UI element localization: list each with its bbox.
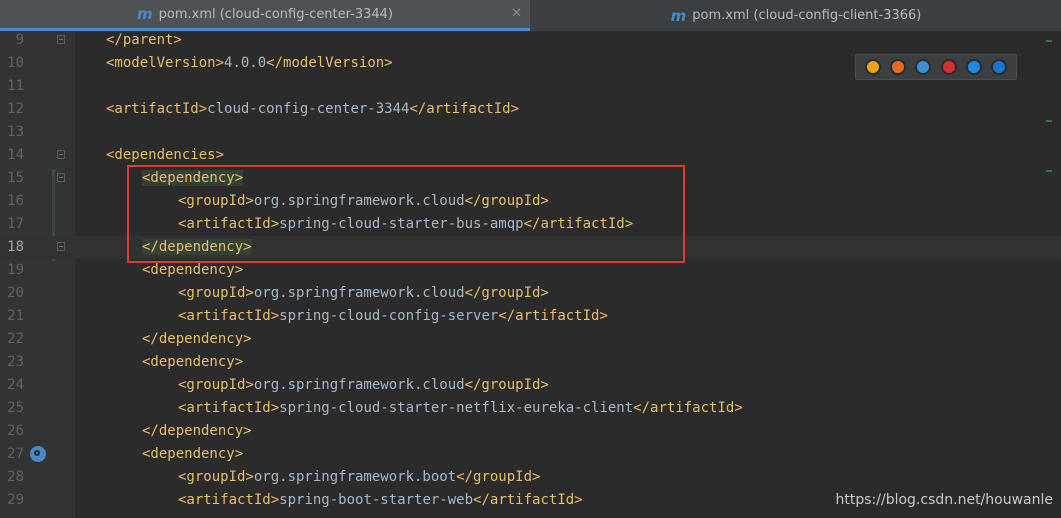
line-number: 28 [7,469,24,485]
code-text: <modelVersion>4.0.0</modelVersion> [106,55,393,71]
code-line[interactable]: 27 <dependency> [0,443,1061,466]
browser-preview-bar [855,54,1017,80]
code-text: <artifactId>spring-cloud-config-server</… [178,308,608,324]
change-marker [1046,170,1052,172]
tab-label: pom.xml (cloud-config-center-3344) [158,6,394,22]
edge-icon[interactable] [991,59,1008,75]
line-number: 22 [7,331,24,347]
line-number: 29 [7,492,24,508]
line-number: 19 [7,262,24,278]
code-line[interactable]: 14 <dependencies> [0,144,1061,167]
line-number: 21 [7,308,24,324]
close-icon[interactable]: ✕ [511,6,522,21]
code-line[interactable]: 28 <groupId>org.springframework.boot</gro… [0,466,1061,489]
line-number: 15 [7,170,24,186]
chrome-icon[interactable] [864,59,881,75]
editor-tab-bar: m pom.xml (cloud-config-center-3344) ✕ m… [0,0,1061,32]
warning-marker [1046,120,1052,122]
line-number: 26 [7,423,24,439]
line-number: 24 [7,377,24,393]
code-text: </dependency> [142,423,252,439]
code-text: <groupId>org.springframework.boot</group… [178,469,541,485]
code-text: <artifactId>spring-boot-starter-web</art… [178,492,583,508]
code-text: </dependency> [142,331,252,347]
code-line[interactable]: 13 [0,121,1061,144]
tab-pom-client[interactable]: m pom.xml (cloud-config-client-3366) [531,0,1061,31]
run-gutter-icon[interactable] [30,446,46,462]
scrollbar-markers[interactable] [1046,40,1052,500]
maven-m-icon: m [670,6,687,25]
code-text: <groupId>org.springframework.cloud</grou… [178,285,549,301]
line-number: 23 [7,354,24,370]
code-text: <artifactId>spring-cloud-starter-netflix… [178,400,743,416]
safari-icon[interactable] [915,59,932,75]
code-line[interactable]: 12 <artifactId>cloud-config-center-3344</… [0,98,1061,121]
code-line[interactable]: 26 </dependency> [0,420,1061,443]
line-number: 20 [7,285,24,301]
line-number: 18 [7,239,24,255]
fold-icon[interactable] [57,35,65,44]
fold-icon[interactable] [57,150,65,159]
opera-icon[interactable] [940,59,957,75]
code-text: <dependency> [142,354,244,370]
code-text: <artifactId>cloud-config-center-3344</ar… [106,101,520,117]
fold-icon[interactable] [57,242,65,251]
firefox-icon[interactable] [889,59,906,75]
code-text: <dependencies> [106,147,225,163]
code-text: <groupId>org.springframework.cloud</grou… [178,377,549,393]
code-line[interactable]: 9 </parent> [0,29,1061,52]
line-number: 16 [7,193,24,209]
line-number: 27 [7,446,24,462]
line-number: 12 [7,101,24,117]
warning-marker [1046,40,1052,42]
code-line[interactable]: 22 </dependency> [0,328,1061,351]
tab-pom-center[interactable]: m pom.xml (cloud-config-center-3344) ✕ [0,0,530,31]
code-text: <dependency> [142,446,244,462]
code-text: </parent> [106,32,182,48]
annotation-box [127,165,685,263]
code-line[interactable]: 24 <groupId>org.springframework.cloud</gr… [0,374,1061,397]
line-number: 10 [7,55,24,71]
line-number: 11 [7,78,24,94]
code-line[interactable]: 23 <dependency> [0,351,1061,374]
line-number: 14 [7,147,24,163]
code-line[interactable]: 20 <groupId>org.springframework.cloud</gr… [0,282,1061,305]
code-line[interactable]: 25 <artifactId>spring-cloud-starter-netfl… [0,397,1061,420]
ie-icon[interactable] [965,59,982,75]
line-number: 17 [7,216,24,232]
watermark-text: https://blog.csdn.net/houwanle [835,492,1053,508]
maven-m-icon: m [136,5,153,23]
code-line[interactable]: 21 <artifactId>spring-cloud-config-server… [0,305,1061,328]
line-number: 9 [15,32,24,48]
fold-icon[interactable] [57,173,65,182]
line-number: 25 [7,400,24,416]
tab-label: pom.xml (cloud-config-client-3366) [692,8,922,23]
line-number: 13 [7,124,24,140]
